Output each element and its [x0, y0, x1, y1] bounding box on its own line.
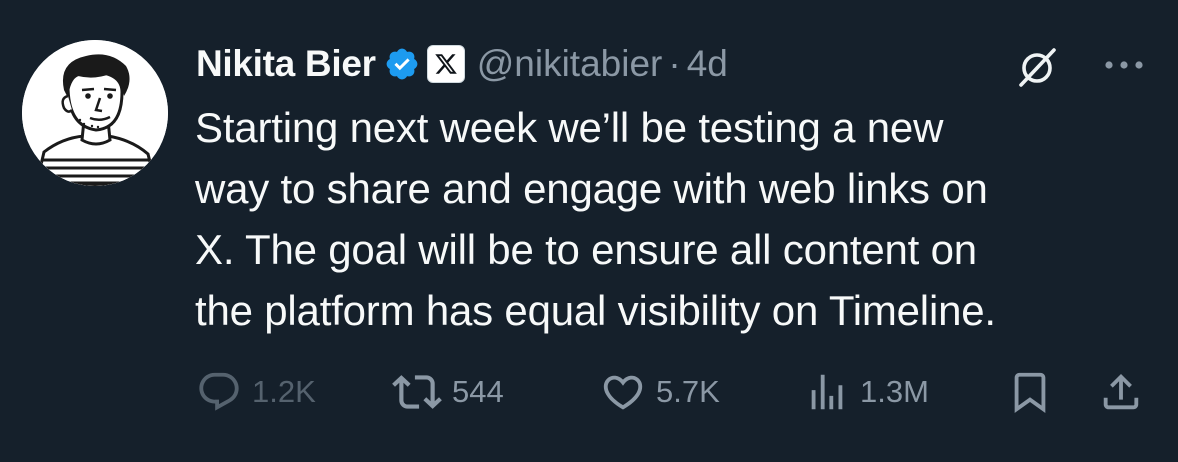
avatar[interactable] [22, 40, 168, 186]
views-icon [811, 374, 843, 410]
heart-icon [603, 375, 643, 410]
like-count: 5.7K [656, 374, 720, 409]
reply-count: 1.2K [252, 374, 316, 409]
tweet-text-line: the platform has equal visibility on Tim… [195, 287, 996, 334]
tweet-text-line: X. The goal will be to ensure all conten… [195, 226, 977, 273]
like-button[interactable]: 5.7K [600, 364, 720, 420]
tweet[interactable]: Nikita Bier @nikitabier · 4d Starting ne… [0, 0, 1178, 462]
bookmark-icon [1014, 372, 1046, 413]
reply-icon [199, 372, 239, 411]
reply-button[interactable]: 1.2K [196, 364, 316, 420]
tweet-text-line: Starting next week we’ll be testing a ne… [195, 104, 944, 151]
x-logo-icon[interactable] [426, 45, 465, 83]
views-button[interactable]: 1.3M [804, 364, 929, 420]
tweet-text-line: way to share and engage with web links o… [195, 165, 988, 212]
grok-icon[interactable] [1013, 42, 1061, 90]
author-handle[interactable]: @nikitabier [477, 43, 663, 85]
retweet-count: 544 [452, 374, 504, 409]
views-count: 1.3M [860, 374, 929, 409]
action-bar: 1.2K 544 5.7K 1.3M [0, 364, 1178, 420]
more-icon[interactable] [1100, 56, 1148, 74]
verified-badge-icon[interactable] [384, 46, 420, 82]
avatar-illustration [22, 40, 168, 186]
retweet-button[interactable]: 544 [392, 364, 504, 420]
share-button[interactable] [1098, 364, 1144, 420]
bookmark-button[interactable] [1007, 364, 1053, 420]
retweet-icon [392, 375, 442, 409]
tweet-header: Nikita Bier @nikitabier · 4d [196, 36, 728, 92]
tweet-timestamp[interactable]: 4d [687, 43, 728, 85]
author-name[interactable]: Nikita Bier [196, 43, 376, 85]
tweet-text: Starting next week we’ll be testing a ne… [195, 97, 1155, 341]
separator-dot: · [668, 43, 681, 84]
share-icon [1103, 373, 1139, 410]
